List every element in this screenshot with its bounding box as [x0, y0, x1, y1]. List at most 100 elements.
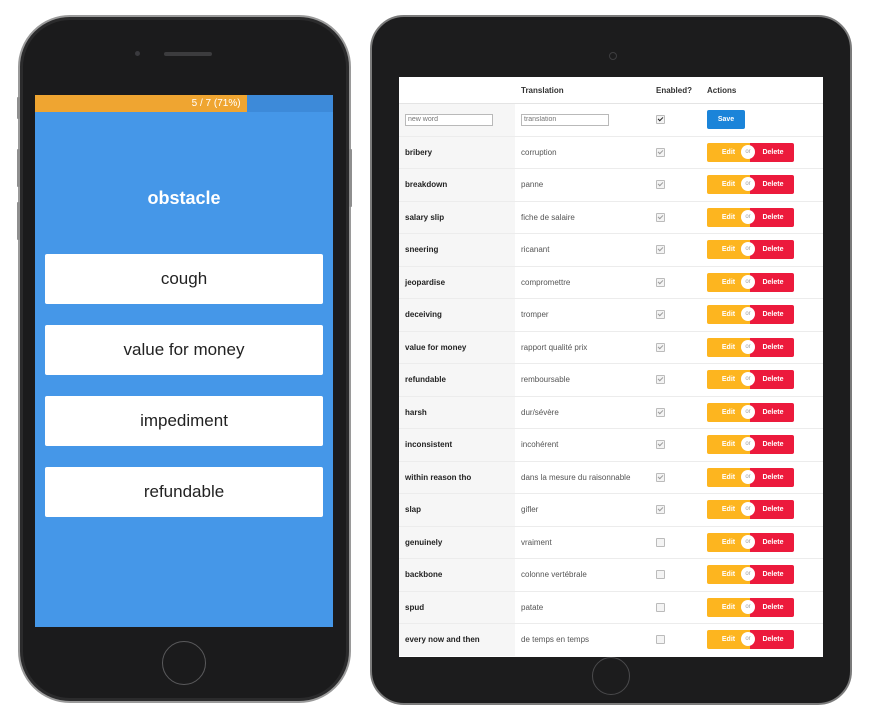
phone-device: 5 / 7 (71%) obstacle cough value for mon… — [17, 15, 352, 703]
new-translation-input[interactable] — [521, 113, 609, 126]
actions-cell: Edit Delete or — [701, 200, 823, 234]
delete-button[interactable]: Delete — [750, 337, 794, 357]
enabled-checkbox[interactable] — [656, 570, 665, 580]
translation-cell: compromettre — [515, 265, 650, 299]
delete-button[interactable]: Delete — [750, 435, 794, 455]
translation-cell: rapport qualité prix — [515, 330, 650, 364]
row-action-group: Edit Delete or — [707, 500, 794, 520]
table-row: genuinely vraiment Edit Delete or — [399, 525, 823, 559]
row-action-group: Edit Delete or — [707, 272, 794, 292]
translation-cell: colonne vertébrale — [515, 558, 650, 591]
phone-mute-switch — [17, 97, 20, 119]
column-header-word — [399, 77, 515, 104]
home-button[interactable] — [162, 641, 206, 685]
enabled-checkbox[interactable] — [656, 635, 665, 645]
enabled-checkbox[interactable] — [656, 342, 665, 352]
delete-button[interactable]: Delete — [750, 272, 794, 292]
enabled-cell — [650, 590, 701, 624]
word-cell: value for money — [399, 330, 515, 364]
actions-cell: Edit Delete or — [701, 265, 823, 299]
row-action-group: Edit Delete or — [707, 630, 794, 650]
enabled-cell — [650, 395, 701, 429]
save-button[interactable]: Save — [707, 110, 745, 130]
enabled-checkbox[interactable] — [656, 180, 665, 190]
new-word-row: Save — [399, 103, 823, 136]
enabled-cell — [650, 363, 701, 396]
translation-cell: fiche de salaire — [515, 200, 650, 234]
enabled-checkbox[interactable] — [656, 472, 665, 482]
enabled-checkbox[interactable] — [656, 277, 665, 287]
delete-button[interactable]: Delete — [750, 305, 794, 325]
delete-button[interactable]: Delete — [750, 630, 794, 650]
enabled-cell — [650, 525, 701, 559]
enabled-checkbox[interactable] — [656, 245, 665, 255]
enabled-checkbox[interactable] — [656, 440, 665, 450]
delete-button[interactable]: Delete — [750, 500, 794, 520]
word-cell: deceiving — [399, 298, 515, 331]
enabled-cell — [650, 493, 701, 526]
enabled-checkbox[interactable] — [656, 212, 665, 222]
actions-cell: Edit Delete or — [701, 298, 823, 331]
quiz-screen: 5 / 7 (71%) obstacle cough value for mon… — [35, 95, 333, 627]
translation-cell: gifler — [515, 493, 650, 526]
enabled-cell — [650, 168, 701, 201]
table-row: slap gifler Edit Delete or — [399, 493, 823, 526]
delete-button[interactable]: Delete — [750, 142, 794, 162]
front-camera — [609, 52, 617, 60]
phone-volume-up — [17, 149, 20, 187]
progress-bar: 5 / 7 (71%) — [35, 95, 333, 112]
translation-cell: incohérent — [515, 428, 650, 461]
table-row: refundable remboursable Edit Delete or — [399, 363, 823, 396]
actions-cell: Edit Delete or — [701, 493, 823, 526]
actions-cell: Edit Delete or — [701, 590, 823, 624]
word-cell: within reason tho — [399, 460, 515, 494]
delete-button[interactable]: Delete — [750, 240, 794, 260]
delete-button[interactable]: Delete — [750, 370, 794, 390]
delete-button[interactable]: Delete — [750, 175, 794, 195]
delete-button[interactable]: Delete — [750, 467, 794, 487]
or-separator: or — [741, 209, 755, 224]
row-action-group: Edit Delete or — [707, 305, 794, 325]
row-action-group: Edit Delete or — [707, 435, 794, 455]
progress-text: 5 / 7 (71%) — [191, 98, 241, 109]
table-row: deceiving tromper Edit Delete or — [399, 298, 823, 331]
enabled-cell — [650, 623, 701, 656]
translation-cell: tromper — [515, 298, 650, 331]
table-row: every now and then de temps en temps Edit D… — [399, 623, 823, 656]
table-header-row: Translation Enabled? Actions — [399, 77, 823, 104]
new-word-input[interactable] — [405, 113, 493, 126]
actions-cell: Edit Delete or — [701, 330, 823, 364]
actions-cell: Edit Delete or — [701, 623, 823, 656]
or-separator: or — [741, 599, 755, 614]
answer-option-value-for-money[interactable]: value for money — [45, 325, 323, 375]
delete-button[interactable]: Delete — [750, 565, 794, 585]
actions-cell: Edit Delete or — [701, 395, 823, 429]
delete-button[interactable]: Delete — [750, 597, 794, 617]
actions-cell: Edit Delete or — [701, 525, 823, 559]
delete-button[interactable]: Delete — [750, 207, 794, 227]
home-button[interactable] — [592, 657, 630, 695]
translation-cell: ricanant — [515, 233, 650, 266]
answer-option-refundable[interactable]: refundable — [45, 467, 323, 517]
answer-option-cough[interactable]: cough — [45, 254, 323, 304]
actions-cell: Edit Delete or — [701, 460, 823, 494]
new-enabled-checkbox[interactable] — [656, 115, 665, 125]
answer-option-impediment[interactable]: impediment — [45, 396, 323, 446]
word-cell: slap — [399, 493, 515, 526]
enabled-cell — [650, 265, 701, 299]
delete-button[interactable]: Delete — [750, 402, 794, 422]
table-row: inconsistent incohérent Edit Delete or — [399, 428, 823, 461]
enabled-checkbox[interactable] — [656, 505, 665, 515]
enabled-checkbox[interactable] — [656, 537, 665, 547]
enabled-checkbox[interactable] — [656, 602, 665, 612]
word-cell: every now and then — [399, 623, 515, 656]
table-row: value for money rapport qualité prix Edit D… — [399, 330, 823, 364]
enabled-checkbox[interactable] — [656, 407, 665, 417]
row-action-group: Edit Delete or — [707, 597, 794, 617]
enabled-checkbox[interactable] — [656, 375, 665, 385]
enabled-checkbox[interactable] — [656, 310, 665, 320]
new-actions-cell: Save — [701, 103, 823, 136]
enabled-checkbox[interactable] — [656, 147, 665, 157]
delete-button[interactable]: Delete — [750, 532, 794, 552]
actions-cell: Edit Delete or — [701, 135, 823, 169]
